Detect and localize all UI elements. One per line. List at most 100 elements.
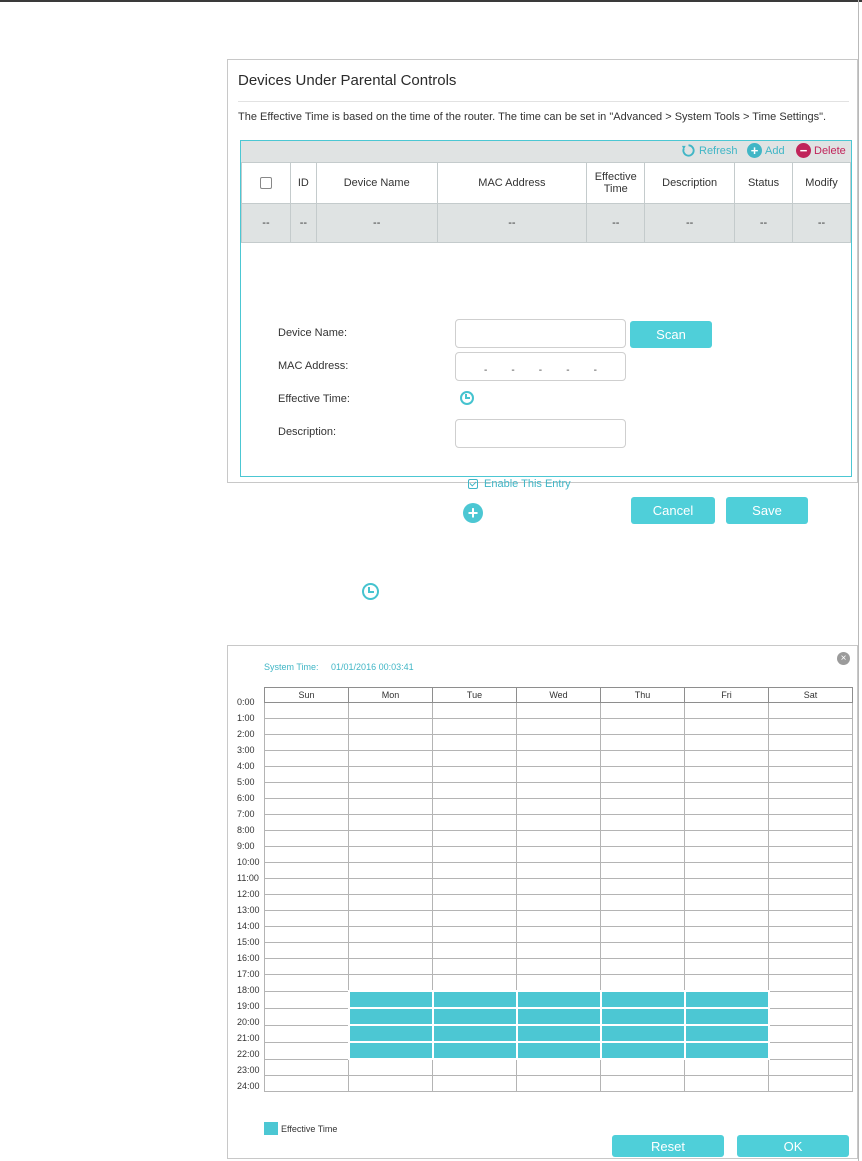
schedule-cell[interactable] (768, 718, 853, 735)
schedule-cell[interactable] (768, 814, 853, 831)
schedule-cell[interactable] (432, 766, 517, 783)
schedule-cell[interactable] (768, 782, 853, 799)
add-button[interactable]: + Add (747, 143, 785, 158)
schedule-cell[interactable] (348, 1058, 433, 1076)
schedule-cell[interactable] (347, 1024, 434, 1043)
schedule-cell[interactable] (684, 942, 769, 959)
schedule-cell[interactable] (432, 958, 517, 975)
schedule-cell[interactable] (600, 846, 685, 863)
schedule-cell[interactable] (768, 846, 853, 863)
schedule-cell[interactable] (684, 702, 769, 719)
schedule-cell[interactable] (599, 1041, 686, 1060)
schedule-cell[interactable] (768, 1075, 853, 1092)
schedule-cell[interactable] (768, 990, 853, 1009)
schedule-cell[interactable] (264, 878, 349, 895)
schedule-cell[interactable] (432, 910, 517, 927)
schedule-cell[interactable] (432, 1075, 517, 1092)
schedule-cell[interactable] (683, 990, 770, 1009)
schedule-cell[interactable] (600, 830, 685, 847)
schedule-cell[interactable] (768, 798, 853, 815)
schedule-cell[interactable] (600, 798, 685, 815)
schedule-cell[interactable] (683, 1007, 770, 1026)
schedule-cell[interactable] (432, 782, 517, 799)
schedule-cell[interactable] (264, 1024, 349, 1043)
schedule-cell[interactable] (348, 766, 433, 783)
schedule-cell[interactable] (768, 894, 853, 911)
description-input[interactable] (455, 419, 626, 448)
schedule-cell[interactable] (684, 862, 769, 879)
schedule-cell[interactable] (348, 750, 433, 767)
schedule-cell[interactable] (432, 942, 517, 959)
schedule-cell[interactable] (600, 974, 685, 992)
schedule-cell[interactable] (684, 878, 769, 895)
schedule-cell[interactable] (684, 846, 769, 863)
schedule-cell[interactable] (600, 942, 685, 959)
schedule-cell[interactable] (600, 718, 685, 735)
schedule-cell[interactable] (684, 926, 769, 943)
schedule-cell[interactable] (264, 926, 349, 943)
schedule-cell[interactable] (432, 750, 517, 767)
schedule-cell[interactable] (516, 910, 601, 927)
mac-address-input[interactable]: - - - - - (455, 352, 626, 381)
schedule-cell[interactable] (768, 750, 853, 767)
schedule-cell[interactable] (516, 958, 601, 975)
schedule-cell[interactable] (768, 926, 853, 943)
select-all-checkbox[interactable] (259, 177, 272, 190)
schedule-cell[interactable] (600, 910, 685, 927)
schedule-cell[interactable] (264, 814, 349, 831)
schedule-cell[interactable] (347, 1007, 434, 1026)
schedule-cell[interactable] (684, 766, 769, 783)
schedule-cell[interactable] (347, 1041, 434, 1060)
schedule-cell[interactable] (515, 1041, 602, 1060)
schedule-cell[interactable] (684, 734, 769, 751)
schedule-cell[interactable] (684, 958, 769, 975)
schedule-cell[interactable] (768, 1007, 853, 1026)
schedule-cell[interactable] (264, 846, 349, 863)
schedule-cell[interactable] (768, 1041, 853, 1060)
schedule-cell[interactable] (348, 862, 433, 879)
schedule-cell[interactable] (264, 974, 349, 992)
select-all-cell[interactable] (241, 162, 291, 204)
schedule-cell[interactable] (683, 1041, 770, 1060)
schedule-cell[interactable] (348, 782, 433, 799)
schedule-cell[interactable] (264, 1075, 349, 1092)
schedule-cell[interactable] (431, 990, 518, 1009)
schedule-cell[interactable] (768, 862, 853, 879)
schedule-cell[interactable] (432, 878, 517, 895)
schedule-cell[interactable] (264, 798, 349, 815)
schedule-cell[interactable] (600, 814, 685, 831)
schedule-cell[interactable] (516, 878, 601, 895)
schedule-cell[interactable] (768, 1024, 853, 1043)
refresh-button[interactable]: Refresh (681, 143, 738, 158)
schedule-cell[interactable] (768, 958, 853, 975)
delete-button[interactable]: − Delete (796, 143, 846, 158)
schedule-cell[interactable] (600, 862, 685, 879)
schedule-cell[interactable] (432, 862, 517, 879)
schedule-cell[interactable] (600, 782, 685, 799)
schedule-cell[interactable] (768, 702, 853, 719)
schedule-cell[interactable] (600, 766, 685, 783)
schedule-cell[interactable] (516, 750, 601, 767)
schedule-cell[interactable] (348, 734, 433, 751)
schedule-cell[interactable] (348, 702, 433, 719)
schedule-cell[interactable] (515, 1007, 602, 1026)
close-icon[interactable]: × (837, 652, 850, 665)
schedule-cell[interactable] (348, 1075, 433, 1092)
schedule-cell[interactable] (600, 894, 685, 911)
schedule-cell[interactable] (431, 1007, 518, 1026)
enable-entry-checkbox[interactable] (468, 479, 478, 489)
schedule-cell[interactable] (264, 910, 349, 927)
schedule-cell[interactable] (516, 862, 601, 879)
schedule-cell[interactable] (599, 1024, 686, 1043)
schedule-cell[interactable] (264, 734, 349, 751)
schedule-cell[interactable] (600, 702, 685, 719)
schedule-cell[interactable] (516, 830, 601, 847)
schedule-cell[interactable] (432, 974, 517, 992)
schedule-grid[interactable]: Sun Mon Tue Wed Thu Fri Sat (264, 687, 853, 1092)
schedule-cell[interactable] (768, 878, 853, 895)
schedule-cell[interactable] (684, 798, 769, 815)
cancel-button[interactable]: Cancel (631, 497, 715, 524)
schedule-cell[interactable] (431, 1041, 518, 1060)
schedule-cell[interactable] (684, 814, 769, 831)
schedule-cell[interactable] (516, 798, 601, 815)
